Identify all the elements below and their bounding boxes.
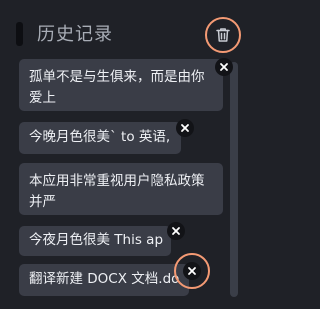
history-item-text: 今晚月色很美` to 英语, bbox=[29, 129, 171, 145]
history-item-text: 翻译新建 DOCX 文档.do bbox=[29, 271, 180, 287]
history-item[interactable]: 本应用非常重视用户隐私政策并严 bbox=[19, 163, 223, 215]
history-list: 孤单不是与生俱来，而是由你爱上 今晚月色很美` to 英语, 本应用非常重视用户… bbox=[0, 0, 254, 309]
history-item[interactable]: 今晚月色很美` to 英语, bbox=[19, 122, 181, 154]
close-icon bbox=[219, 62, 229, 72]
history-item[interactable]: 翻译新建 DOCX 文档.do bbox=[19, 264, 189, 296]
history-item[interactable]: 孤单不是与生俱来，而是由你爱上 bbox=[19, 59, 223, 111]
history-item[interactable]: 今夜月色很美 This ap bbox=[19, 226, 171, 256]
delete-item-button[interactable] bbox=[167, 222, 185, 240]
delete-item-button[interactable] bbox=[183, 262, 201, 280]
delete-item-button[interactable] bbox=[176, 119, 194, 137]
history-item-text: 孤单不是与生俱来，而是由你爱上 bbox=[29, 69, 205, 106]
close-icon bbox=[171, 226, 181, 236]
close-icon bbox=[180, 123, 190, 133]
history-item-text: 本应用非常重视用户隐私政策并严 bbox=[29, 173, 205, 210]
delete-item-button[interactable] bbox=[215, 58, 233, 76]
close-icon bbox=[187, 266, 197, 276]
history-item-text: 今夜月色很美 This ap bbox=[29, 232, 164, 248]
